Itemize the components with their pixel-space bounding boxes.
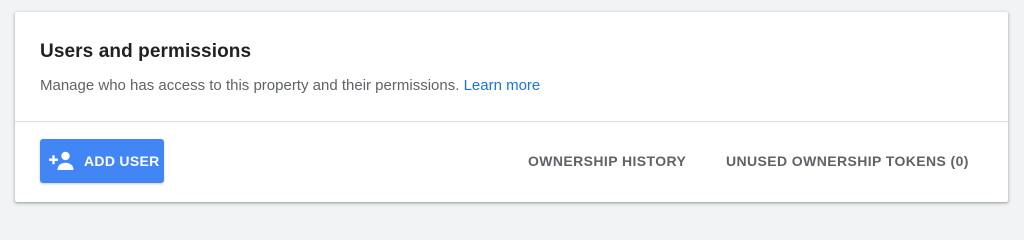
person-add-icon — [49, 151, 75, 171]
description-text: Manage who has access to this property a… — [40, 77, 460, 94]
add-user-label: ADD USER — [84, 153, 160, 169]
learn-more-link[interactable]: Learn more — [464, 77, 541, 94]
add-user-button[interactable]: ADD USER — [40, 139, 164, 183]
page-title: Users and permissions — [40, 41, 252, 62]
card-header: Users and permissions Manage who has acc… — [15, 12, 1008, 122]
unused-ownership-tokens-button[interactable]: UNUSED OWNERSHIP TOKENS (0) — [726, 152, 969, 170]
ownership-history-button[interactable]: OWNERSHIP HISTORY — [528, 152, 686, 170]
users-permissions-card: Users and permissions Manage who has acc… — [15, 12, 1008, 202]
card-actions: ADD USER OWNERSHIP HISTORY UNUSED OWNERS… — [15, 122, 1008, 202]
card-description: Manage who has access to this property a… — [40, 75, 1008, 97]
